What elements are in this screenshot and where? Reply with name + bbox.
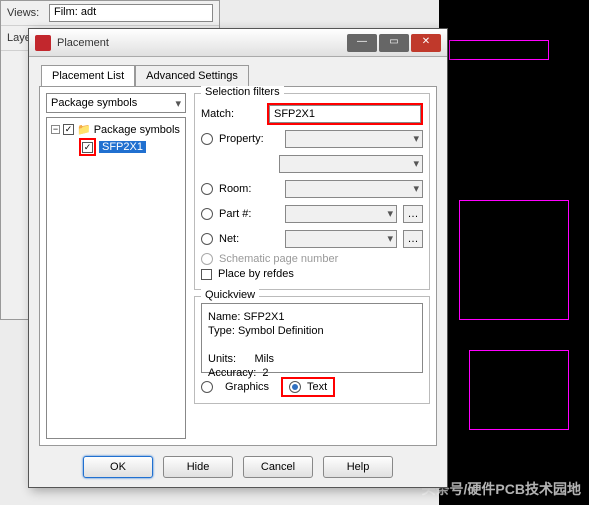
tab-advanced-settings[interactable]: Advanced Settings	[135, 65, 249, 86]
cancel-button[interactable]: Cancel	[243, 456, 313, 478]
titlebar[interactable]: Placement — ▭ ✕	[29, 29, 447, 57]
tree-child-checkbox[interactable]: ✓	[82, 142, 93, 153]
selection-filters-label: Selection filters	[201, 86, 284, 98]
part-combo[interactable]	[285, 205, 397, 223]
schematic-label: Schematic page number	[219, 253, 338, 265]
place-by-refdes-checkbox[interactable]	[201, 269, 212, 280]
room-combo[interactable]	[285, 180, 423, 198]
net-radio[interactable]	[201, 233, 213, 245]
symbol-type-dropdown[interactable]: Package symbols	[46, 93, 186, 113]
tree-root-label[interactable]: Package symbols	[94, 124, 180, 136]
folder-icon: 📁	[77, 123, 91, 136]
room-radio[interactable]	[201, 183, 213, 195]
symbol-tree[interactable]: − ✓ 📁 Package symbols ✓ SFP2X1	[46, 117, 186, 439]
app-icon	[35, 35, 51, 51]
quickview-label: Quickview	[201, 289, 259, 301]
help-button[interactable]: Help	[323, 456, 393, 478]
net-label: Net:	[219, 233, 279, 245]
hide-button[interactable]: Hide	[163, 456, 233, 478]
tree-child-label[interactable]: SFP2X1	[99, 141, 146, 153]
pcb-canvas[interactable]	[439, 0, 589, 505]
net-combo[interactable]	[285, 230, 397, 248]
quickview-box: Name: SFP2X1 Type: Symbol Definition Uni…	[201, 303, 423, 373]
part-radio[interactable]	[201, 208, 213, 220]
views-label: Views:	[7, 7, 49, 19]
room-label: Room:	[219, 183, 279, 195]
ok-button[interactable]: OK	[83, 456, 153, 478]
views-value[interactable]: Film: adt	[49, 4, 213, 22]
property-label: Property:	[219, 133, 279, 145]
tree-collapse-icon[interactable]: −	[51, 125, 60, 134]
match-label: Match:	[201, 108, 261, 120]
property-radio[interactable]	[201, 133, 213, 145]
text-radio[interactable]	[289, 381, 301, 393]
part-label: Part #:	[219, 208, 279, 220]
close-button[interactable]: ✕	[411, 34, 441, 52]
property-combo[interactable]	[285, 130, 423, 148]
minimize-button[interactable]: —	[347, 34, 377, 52]
part-browse-button[interactable]: …	[403, 205, 423, 223]
property-value-combo[interactable]	[279, 155, 423, 173]
schematic-radio[interactable]	[201, 253, 213, 265]
dialog-title: Placement	[57, 37, 347, 49]
net-browse-button[interactable]: …	[403, 230, 423, 248]
graphics-label: Graphics	[225, 381, 269, 393]
placement-dialog: Placement — ▭ ✕ Placement List Advanced …	[28, 28, 448, 488]
tree-root-checkbox[interactable]: ✓	[63, 124, 74, 135]
graphics-radio[interactable]	[201, 381, 213, 393]
match-input[interactable]	[269, 105, 421, 123]
text-label: Text	[307, 381, 327, 393]
maximize-button[interactable]: ▭	[379, 34, 409, 52]
tab-placement-list[interactable]: Placement List	[41, 65, 135, 86]
place-by-refdes-label: Place by refdes	[218, 268, 294, 280]
